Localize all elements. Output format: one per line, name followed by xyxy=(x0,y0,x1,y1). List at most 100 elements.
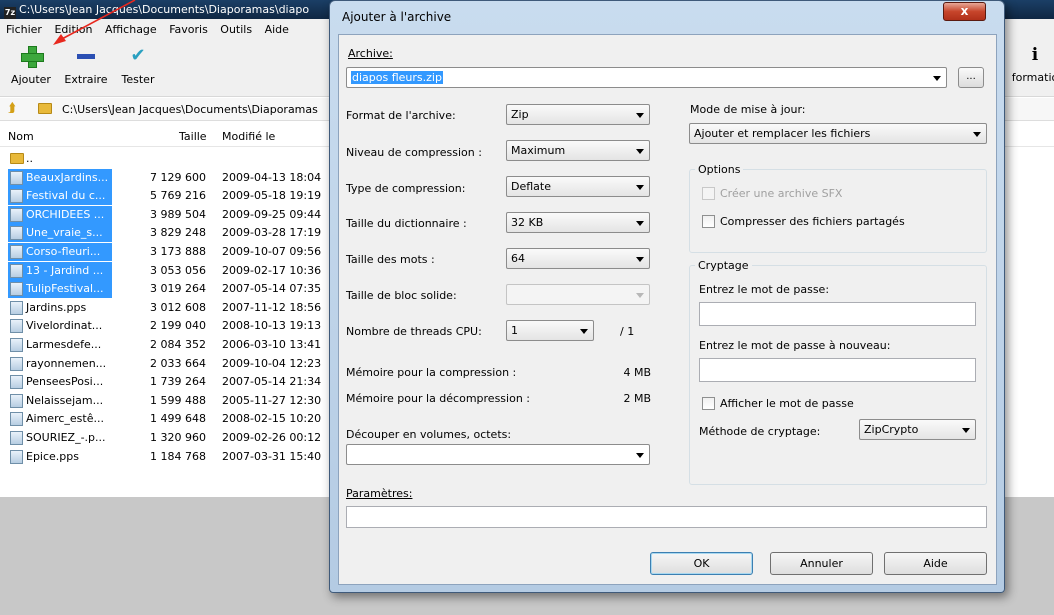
file-row[interactable]: PenseesPosi... 1 739 264 2007-05-14 21:34 xyxy=(0,373,330,392)
options-group xyxy=(689,169,987,253)
file-row[interactable]: Larmesdefe... 2 084 352 2006-03-10 13:41 xyxy=(0,336,330,355)
chevron-down-icon xyxy=(636,149,644,154)
file-row[interactable]: rayonnemen... 2 033 664 2009-10-04 12:23 xyxy=(0,355,330,374)
word-size-select[interactable]: 64 xyxy=(506,248,650,269)
split-volumes-combo[interactable] xyxy=(346,444,650,465)
file-icon xyxy=(10,449,23,464)
dictionary-label: Taille du dictionnaire : xyxy=(346,217,467,230)
file-date: 2007-05-14 07:35 xyxy=(222,282,322,296)
file-name: Une_vraie_s... xyxy=(8,224,112,243)
parent-folder-row[interactable]: .. xyxy=(0,150,330,169)
folder-icon xyxy=(38,103,52,114)
annotation-arrow xyxy=(53,0,136,45)
shared-files-label[interactable]: Compresser des fichiers partagés xyxy=(720,215,905,228)
threads-select[interactable]: 1 xyxy=(506,320,594,341)
file-size: 3 173 888 xyxy=(150,244,206,258)
parameters-input[interactable] xyxy=(346,506,987,528)
column-size[interactable]: Taille xyxy=(179,126,207,147)
file-list: .. BeauxJardins... 7 129 600 2009-04-13 18… xyxy=(0,150,330,466)
browse-button[interactable]: ... xyxy=(958,67,984,88)
chevron-down-icon xyxy=(636,113,644,118)
ok-label: OK xyxy=(693,557,710,570)
file-date: 2008-02-15 10:20 xyxy=(222,412,322,426)
file-name: Epice.pps xyxy=(26,449,79,463)
level-select[interactable]: Maximum xyxy=(506,140,650,161)
file-icon xyxy=(10,430,23,445)
update-mode-select[interactable]: Ajouter et remplacer les fichiers xyxy=(689,123,987,144)
memory-compression-label: Mémoire pour la compression : xyxy=(346,366,517,379)
file-date: 2009-03-28 17:19 xyxy=(222,226,322,240)
cancel-button[interactable]: Annuler xyxy=(770,552,873,575)
level-label: Niveau de compression : xyxy=(346,146,482,159)
file-row[interactable]: SOURIEZ_-.p... 1 320 960 2009-02-26 00:12 xyxy=(0,429,330,448)
file-date: 2009-02-26 00:12 xyxy=(222,430,322,444)
file-row[interactable]: Corso-fleuri... 3 173 888 2009-10-07 09:56 xyxy=(0,242,330,262)
ok-button[interactable]: OK xyxy=(650,552,753,575)
address-input[interactable]: C:\Users\Jean Jacques\Documents\Diaporam… xyxy=(62,98,318,121)
file-size: 2 199 040 xyxy=(150,319,206,333)
solid-block-select xyxy=(506,284,650,305)
file-icon xyxy=(10,282,23,297)
file-date: 2009-02-17 10:36 xyxy=(222,263,322,277)
file-size: 1 320 960 xyxy=(150,430,206,444)
word-size-value: 64 xyxy=(511,252,525,265)
encryption-title: Cryptage xyxy=(695,259,752,272)
cancel-label: Annuler xyxy=(800,557,843,570)
file-row[interactable]: 13 - Jardind ... 3 053 056 2009-02-17 10:3… xyxy=(0,261,330,281)
archive-name-combo[interactable]: diapos fleurs.zip xyxy=(346,67,947,88)
show-password-checkbox[interactable] xyxy=(702,397,715,410)
show-password-label[interactable]: Afficher le mot de passe xyxy=(720,397,854,410)
file-row[interactable]: ORCHIDEES ... 3 989 504 2009-09-25 09:44 xyxy=(0,205,330,225)
file-name: Vivelordinat... xyxy=(26,319,103,333)
dictionary-select[interactable]: 32 KB xyxy=(506,212,650,233)
file-icon xyxy=(10,319,23,334)
file-name: SOURIEZ_-.p... xyxy=(26,430,106,444)
file-name: Aimerc_estê... xyxy=(26,412,104,426)
file-date: 2005-11-27 12:30 xyxy=(222,393,322,407)
update-mode-label: Mode de mise à jour: xyxy=(690,103,806,116)
shared-files-checkbox[interactable] xyxy=(702,215,715,228)
help-button[interactable]: Aide xyxy=(884,552,987,575)
file-date: 2009-10-04 12:23 xyxy=(222,356,322,370)
file-size: 3 829 248 xyxy=(150,226,206,240)
column-modified[interactable]: Modifié le xyxy=(222,126,275,147)
file-row[interactable]: Epice.pps 1 184 768 2007-03-31 15:40 xyxy=(0,448,330,467)
file-row[interactable]: Nelaissejam... 1 599 488 2005-11-27 12:30 xyxy=(0,392,330,411)
archive-label: Archive: xyxy=(348,47,393,60)
file-size: 2 033 664 xyxy=(150,356,206,370)
dialog-title: Ajouter à l'archive xyxy=(342,10,452,24)
password-input[interactable] xyxy=(699,302,976,326)
encryption-method-value: ZipCrypto xyxy=(864,423,919,436)
close-button[interactable]: x xyxy=(943,2,986,21)
info-button[interactable]: i formatio xyxy=(1005,45,1054,84)
file-row[interactable]: TulipFestival... 3 019 264 2007-05-14 07:3… xyxy=(0,280,330,299)
file-row[interactable]: Aimerc_estê... 1 499 648 2008-02-15 10:20 xyxy=(0,410,330,429)
file-date: 2008-10-13 19:13 xyxy=(222,319,322,333)
file-size: 1 599 488 xyxy=(150,393,206,407)
file-row[interactable]: Vivelordinat... 2 199 040 2008-10-13 19:13 xyxy=(0,317,330,336)
dictionary-value: 32 KB xyxy=(511,216,544,229)
column-name[interactable]: Nom xyxy=(8,126,34,147)
file-name: Festival du c... xyxy=(8,187,112,206)
format-select[interactable]: Zip xyxy=(506,104,650,125)
file-name: TulipFestival... xyxy=(8,280,112,299)
up-folder-icon[interactable]: ⮭ xyxy=(8,102,16,116)
menu-outils[interactable]: Outils xyxy=(220,23,252,36)
file-row[interactable]: BeauxJardins... 7 129 600 2009-04-13 18:04 xyxy=(0,168,330,188)
solid-block-label: Taille de bloc solide: xyxy=(346,289,457,302)
file-icon xyxy=(10,393,23,408)
menu-aide[interactable]: Aide xyxy=(265,23,289,36)
password-label: Entrez le mot de passe: xyxy=(699,283,830,296)
encryption-method-select[interactable]: ZipCrypto xyxy=(859,419,976,440)
file-row[interactable]: Jardins.pps 3 012 608 2007-11-12 18:56 xyxy=(0,299,330,318)
file-row[interactable]: Une_vraie_s... 3 829 248 2009-03-28 17:19 xyxy=(0,224,330,243)
file-row[interactable]: Festival du c... 5 769 216 2009-05-18 19:1… xyxy=(0,187,330,206)
info-icon: i xyxy=(1031,45,1039,65)
file-icon xyxy=(10,244,23,259)
file-icon xyxy=(10,412,23,427)
method-select[interactable]: Deflate xyxy=(506,176,650,197)
file-date: 2007-11-12 18:56 xyxy=(222,300,322,314)
file-date: 2006-03-10 13:41 xyxy=(222,337,322,351)
file-date: 2009-09-25 09:44 xyxy=(222,207,322,221)
password-confirm-input[interactable] xyxy=(699,358,976,382)
